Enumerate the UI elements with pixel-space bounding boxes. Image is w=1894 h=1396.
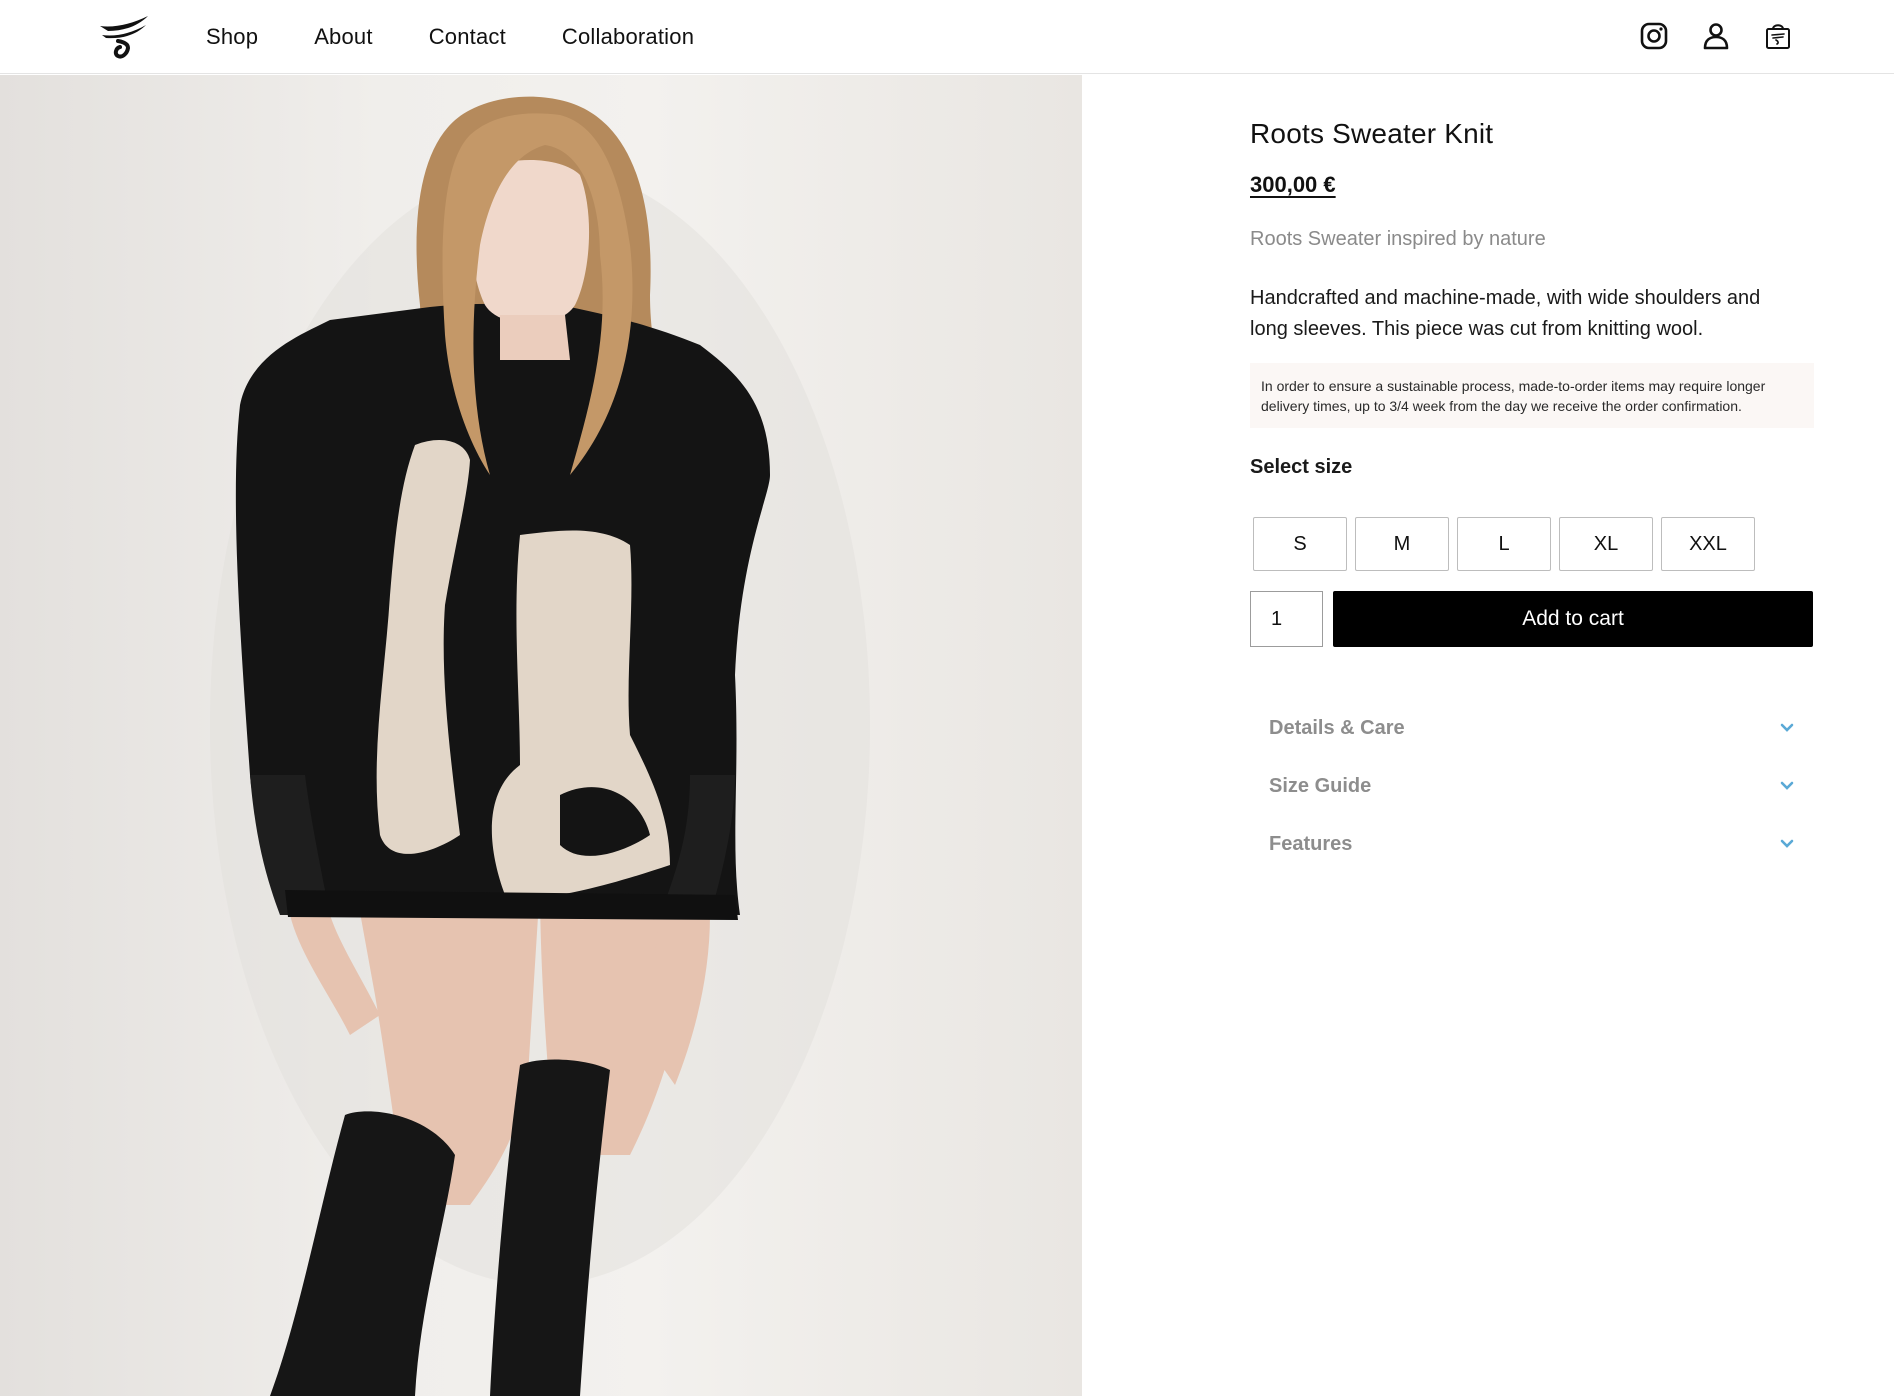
add-to-cart-button[interactable]: Add to cart [1333,591,1813,647]
site-header: Shop About Contact Collaboration [0,0,1894,74]
instagram-icon[interactable] [1638,20,1670,52]
accordion-label: Features [1269,832,1353,855]
size-selector-label: Select size [1250,456,1353,478]
accordion-features[interactable]: Features [1269,815,1794,873]
product-title: Roots Sweater Knit [1250,118,1494,149]
main-nav: Shop About Contact Collaboration [206,24,694,50]
delivery-notice: In order to ensure a sustainable process… [1250,363,1814,428]
size-selector: S M L XL XXL [1253,517,1814,571]
quantity-input[interactable] [1250,591,1323,647]
chevron-down-icon [1780,781,1794,790]
product-subtitle: Roots Sweater inspired by nature [1250,228,1546,250]
accordion-label: Size Guide [1269,774,1372,797]
size-option-xxl[interactable]: XXL [1661,517,1755,571]
product-description: Handcrafted and machine-made, with wide … [1250,287,1761,340]
product-accordion: Details & Care Size Guide Features [1269,699,1794,873]
accordion-details-care[interactable]: Details & Care [1269,699,1794,757]
product-image[interactable] [0,75,1082,1396]
size-option-l[interactable]: L [1457,517,1551,571]
accordion-size-guide[interactable]: Size Guide [1269,757,1794,815]
nav-contact[interactable]: Contact [429,24,506,50]
size-option-m[interactable]: M [1355,517,1449,571]
model-illustration [210,96,870,1396]
product-info-panel: Roots Sweater Knit 300,00 € Roots Sweate… [1250,118,1814,873]
header-actions [1638,20,1794,52]
purchase-row: Add to cart [1250,591,1814,647]
brand-logo[interactable] [98,14,150,62]
account-icon[interactable] [1700,20,1732,52]
size-option-s[interactable]: S [1253,517,1347,571]
product-price: 300,00 € [1250,172,1336,197]
size-option-xl[interactable]: XL [1559,517,1653,571]
nav-shop[interactable]: Shop [206,24,258,50]
chevron-down-icon [1780,839,1794,848]
nav-about[interactable]: About [314,24,373,50]
chevron-down-icon [1780,723,1794,732]
nav-collaboration[interactable]: Collaboration [562,24,694,50]
accordion-label: Details & Care [1269,716,1405,739]
cart-icon[interactable] [1762,20,1794,52]
